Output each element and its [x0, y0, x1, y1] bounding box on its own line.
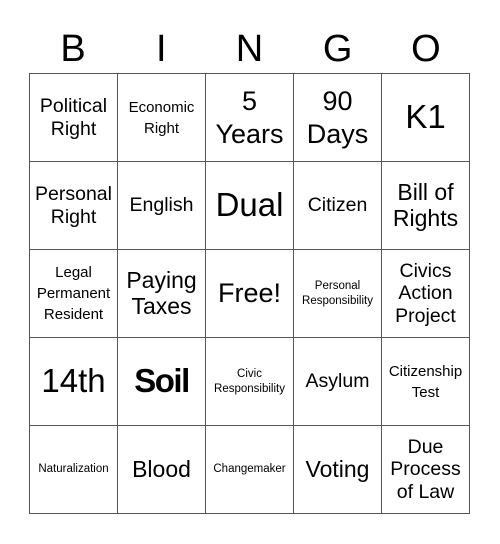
bingo-cell-g1[interactable]: 90 Days: [294, 74, 382, 162]
bingo-cell-b1[interactable]: Political Right: [30, 74, 118, 162]
cell-label: Citizenship Test: [388, 362, 463, 401]
header-letter-b: B: [60, 28, 86, 70]
bingo-cell-n4[interactable]: Civic Responsibility: [206, 338, 294, 426]
cell-label: Asylum: [305, 370, 370, 393]
bingo-cell-i4[interactable]: Soil: [118, 338, 206, 426]
cell-label: Civics Action Project: [395, 259, 456, 327]
cell-label: Naturalization: [38, 463, 109, 476]
header-letter-i: I: [156, 28, 167, 70]
cell-label: Voting: [305, 455, 370, 482]
bingo-cell-b3[interactable]: Legal Permanent Resident: [30, 250, 118, 338]
cell-label: Personal Right: [35, 183, 112, 228]
bingo-header: B I N G O: [29, 24, 470, 74]
bingo-cell-b5[interactable]: Naturalization: [30, 426, 118, 514]
bingo-cell-g2[interactable]: Citizen: [294, 162, 382, 250]
bingo-cell-b4[interactable]: 14th: [30, 338, 118, 426]
header-letter-n: N: [235, 28, 264, 70]
bingo-cell-i2[interactable]: English: [118, 162, 206, 250]
bingo-cell-o3[interactable]: Civics Action Project: [382, 250, 470, 338]
bingo-cell-o4[interactable]: Citizenship Test: [382, 338, 470, 426]
header-letter-o: O: [411, 28, 441, 70]
cell-label: Paying Taxes: [126, 266, 197, 319]
bingo-cell-i1[interactable]: Economic Right: [118, 74, 206, 162]
free-space-cell[interactable]: Free!: [206, 250, 294, 338]
bingo-cell-b2[interactable]: Personal Right: [30, 162, 118, 250]
cell-label: 14th: [41, 362, 106, 400]
cell-label: English: [129, 194, 194, 217]
cell-label: K1: [405, 98, 446, 136]
cell-label: Changemaker: [213, 463, 286, 476]
cell-label: Economic Right: [128, 98, 195, 137]
cell-label: Bill of Rights: [392, 178, 459, 231]
cell-label: Civic Responsibility: [214, 368, 285, 395]
bingo-cell-o2[interactable]: Bill of Rights: [382, 162, 470, 250]
cell-label: Legal Permanent Resident: [36, 264, 111, 323]
bingo-cell-g5[interactable]: Voting: [294, 426, 382, 514]
bingo-cell-n5[interactable]: Changemaker: [206, 426, 294, 514]
cell-label: Political Right: [39, 95, 108, 140]
bingo-board: Political Right Economic Right 5 Years 90 D…: [29, 73, 470, 514]
header-letter-g: G: [322, 28, 353, 70]
bingo-cell-g3[interactable]: Personal Responsibility: [294, 250, 382, 338]
bingo-cell-g4[interactable]: Asylum: [294, 338, 382, 426]
cell-label: Free!: [217, 278, 282, 309]
bingo-cell-n1[interactable]: 5 Years: [206, 74, 294, 162]
bingo-cell-o5[interactable]: Due Process of Law: [382, 426, 470, 514]
bingo-cell-n2[interactable]: Dual: [206, 162, 294, 250]
cell-label: Personal Responsibility: [302, 280, 373, 307]
cell-label: Dual: [215, 186, 284, 224]
cell-label: 5 Years: [215, 85, 284, 149]
bingo-cell-i5[interactable]: Blood: [118, 426, 206, 514]
cell-label: Citizen: [307, 194, 368, 217]
cell-label: 90 Days: [306, 85, 369, 149]
cell-label: Blood: [132, 455, 191, 482]
cell-label: Due Process of Law: [390, 435, 461, 503]
bingo-cell-o1[interactable]: K1: [382, 74, 470, 162]
cell-label: Soil: [134, 362, 190, 400]
bingo-cell-i3[interactable]: Paying Taxes: [118, 250, 206, 338]
